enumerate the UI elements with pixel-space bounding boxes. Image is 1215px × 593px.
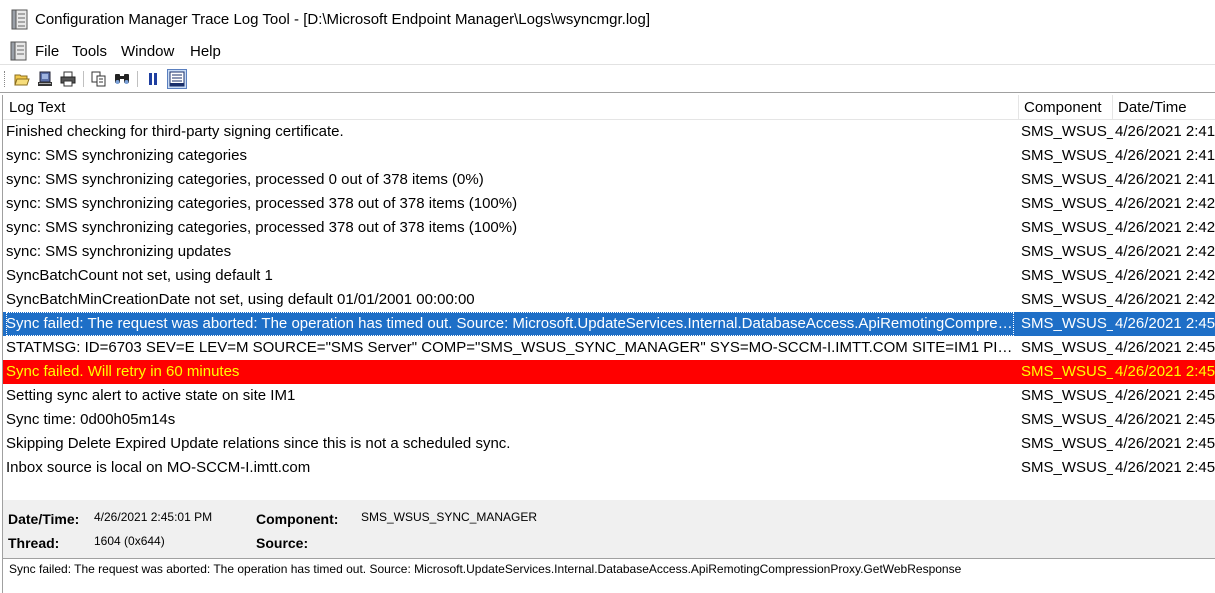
source-label: Source:: [256, 535, 309, 551]
grid-header: Log Text Component Date/Time: [3, 95, 1215, 120]
column-header-log-text[interactable]: Log Text: [3, 95, 1019, 120]
log-text-cell: Sync time: 0d00h05m14s: [6, 411, 176, 428]
log-row[interactable]: Finished checking for third-party signin…: [3, 120, 1215, 144]
message-pane[interactable]: Sync failed: The request was aborted: Th…: [2, 558, 1215, 593]
menu-tools[interactable]: Tools: [72, 43, 107, 60]
log-text-cell: Sync failed: The request was aborted: Th…: [6, 312, 1014, 336]
column-header-datetime[interactable]: Date/Time: [1113, 95, 1215, 120]
datetime-cell: 4/26/2021 2:45:: [1115, 315, 1215, 332]
datetime-cell: 4/26/2021 2:45:: [1115, 435, 1215, 452]
log-text-cell: sync: SMS synchronizing categories, proc…: [6, 219, 518, 236]
datetime-cell: 4/26/2021 2:45:: [1115, 387, 1215, 404]
log-row[interactable]: Sync failed. Will retry in 60 minutes SMS…: [3, 360, 1215, 384]
menu-window[interactable]: Window: [121, 43, 174, 60]
print-icon[interactable]: [58, 69, 78, 89]
log-text-cell: sync: SMS synchronizing categories, proc…: [6, 195, 518, 212]
log-row[interactable]: STATMSG: ID=6703 SEV=E LEV=M SOURCE="SMS…: [3, 336, 1215, 360]
component-value: SMS_WSUS_SYNC_MANAGER: [361, 510, 538, 524]
thread-label: Thread:: [8, 535, 60, 551]
component-cell: SMS_WSUS_S: [1021, 267, 1113, 284]
log-row[interactable]: sync: SMS synchronizing categories, proc…: [3, 168, 1215, 192]
component-cell: SMS_WSUS_S: [1021, 315, 1113, 332]
datetime-cell: 4/26/2021 2:45:: [1115, 339, 1215, 356]
menu-file[interactable]: File: [35, 43, 59, 60]
component-cell: SMS_WSUS_S: [1021, 363, 1113, 380]
datetime-cell: 4/26/2021 2:41:: [1115, 123, 1215, 140]
log-text-cell: SyncBatchCount not set, using default 1: [6, 267, 273, 284]
component-cell: SMS_WSUS_S: [1021, 387, 1113, 404]
datetime-cell: 4/26/2021 2:41:: [1115, 171, 1215, 188]
component-cell: SMS_WSUS_S: [1021, 123, 1113, 140]
message-text: Sync failed: The request was aborted: Th…: [9, 562, 962, 576]
log-row[interactable]: sync: SMS synchronizing updates SMS_WSUS_…: [3, 240, 1215, 264]
log-text-cell: Skipping Delete Expired Update relations…: [6, 435, 511, 452]
toolbar-separator: [137, 71, 138, 87]
component-cell: SMS_WSUS_S: [1021, 195, 1113, 212]
component-cell: SMS_WSUS_S: [1021, 435, 1113, 452]
log-row[interactable]: Sync failed: The request was aborted: Th…: [3, 312, 1215, 336]
log-text-cell: sync: SMS synchronizing categories: [6, 147, 247, 164]
details-pane: Date/Time: 4/26/2021 2:45:01 PM Componen…: [2, 500, 1215, 558]
datetime-label: Date/Time:: [8, 511, 80, 527]
log-row[interactable]: Inbox source is local on MO-SCCM-I.imtt.…: [3, 456, 1215, 480]
log-grid[interactable]: Log Text Component Date/Time Finished ch…: [2, 95, 1215, 500]
log-row[interactable]: Skipping Delete Expired Update relations…: [3, 432, 1215, 456]
menu-help[interactable]: Help: [190, 43, 221, 60]
component-cell: SMS_WSUS_S: [1021, 291, 1113, 308]
document-icon[interactable]: [9, 41, 29, 62]
component-cell: SMS_WSUS_S: [1021, 171, 1113, 188]
component-cell: SMS_WSUS_S: [1021, 411, 1113, 428]
trace-log-app-icon: [11, 9, 28, 30]
title-bar: Configuration Manager Trace Log Tool - […: [0, 0, 1215, 40]
component-cell: SMS_WSUS_S: [1021, 243, 1113, 260]
log-text-cell: STATMSG: ID=6703 SEV=E LEV=M SOURCE="SMS…: [6, 339, 1014, 356]
window-title: Configuration Manager Trace Log Tool - […: [35, 11, 651, 28]
datetime-cell: 4/26/2021 2:42:: [1115, 291, 1215, 308]
log-row[interactable]: SyncBatchCount not set, using default 1 S…: [3, 264, 1215, 288]
log-text-cell: Setting sync alert to active state on si…: [6, 387, 296, 404]
component-cell: SMS_WSUS_S: [1021, 459, 1113, 476]
datetime-cell: 4/26/2021 2:42:: [1115, 243, 1215, 260]
datetime-cell: 4/26/2021 2:42:: [1115, 195, 1215, 212]
pause-icon[interactable]: [143, 69, 163, 89]
datetime-cell: 4/26/2021 2:45:: [1115, 459, 1215, 476]
column-header-component[interactable]: Component: [1019, 95, 1113, 120]
component-label: Component:: [256, 511, 339, 527]
open-folder-icon[interactable]: [12, 69, 32, 89]
component-cell: SMS_WSUS_S: [1021, 339, 1113, 356]
datetime-cell: 4/26/2021 2:45:: [1115, 411, 1215, 428]
log-text-cell: sync: SMS synchronizing categories, proc…: [6, 171, 484, 188]
log-text-cell: Finished checking for third-party signin…: [6, 123, 344, 140]
log-text-cell: SyncBatchMinCreationDate not set, using …: [6, 291, 475, 308]
open-server-icon[interactable]: [35, 69, 55, 89]
datetime-cell: 4/26/2021 2:42:: [1115, 219, 1215, 236]
copy-icon[interactable]: [89, 69, 109, 89]
find-icon[interactable]: [112, 69, 132, 89]
toolbar: [0, 64, 1215, 93]
datetime-cell: 4/26/2021 2:41:: [1115, 147, 1215, 164]
log-row[interactable]: Setting sync alert to active state on si…: [3, 384, 1215, 408]
log-row[interactable]: sync: SMS synchronizing categories, proc…: [3, 192, 1215, 216]
log-text-cell: sync: SMS synchronizing updates: [6, 243, 232, 260]
log-row[interactable]: SyncBatchMinCreationDate not set, using …: [3, 288, 1215, 312]
datetime-value: 4/26/2021 2:45:01 PM: [94, 510, 213, 524]
log-rows: Finished checking for third-party signin…: [3, 120, 1215, 480]
component-cell: SMS_WSUS_S: [1021, 147, 1113, 164]
datetime-cell: 4/26/2021 2:42:: [1115, 267, 1215, 284]
log-text-cell: Inbox source is local on MO-SCCM-I.imtt.…: [6, 459, 311, 476]
log-row[interactable]: sync: SMS synchronizing categories SMS_WS…: [3, 144, 1215, 168]
toolbar-separator: [83, 71, 84, 87]
details-pane-icon[interactable]: [167, 69, 187, 89]
log-row[interactable]: Sync time: 0d00h05m14s SMS_WSUS_S4/26/202…: [3, 408, 1215, 432]
component-cell: SMS_WSUS_S: [1021, 219, 1113, 236]
datetime-cell: 4/26/2021 2:45:: [1115, 363, 1215, 380]
toolbar-grip[interactable]: [4, 71, 7, 87]
log-row[interactable]: sync: SMS synchronizing categories, proc…: [3, 216, 1215, 240]
thread-value: 1604 (0x644): [94, 534, 165, 548]
log-text-cell: Sync failed. Will retry in 60 minutes: [6, 363, 240, 380]
menu-bar: File Tools Window Help: [0, 40, 1215, 64]
